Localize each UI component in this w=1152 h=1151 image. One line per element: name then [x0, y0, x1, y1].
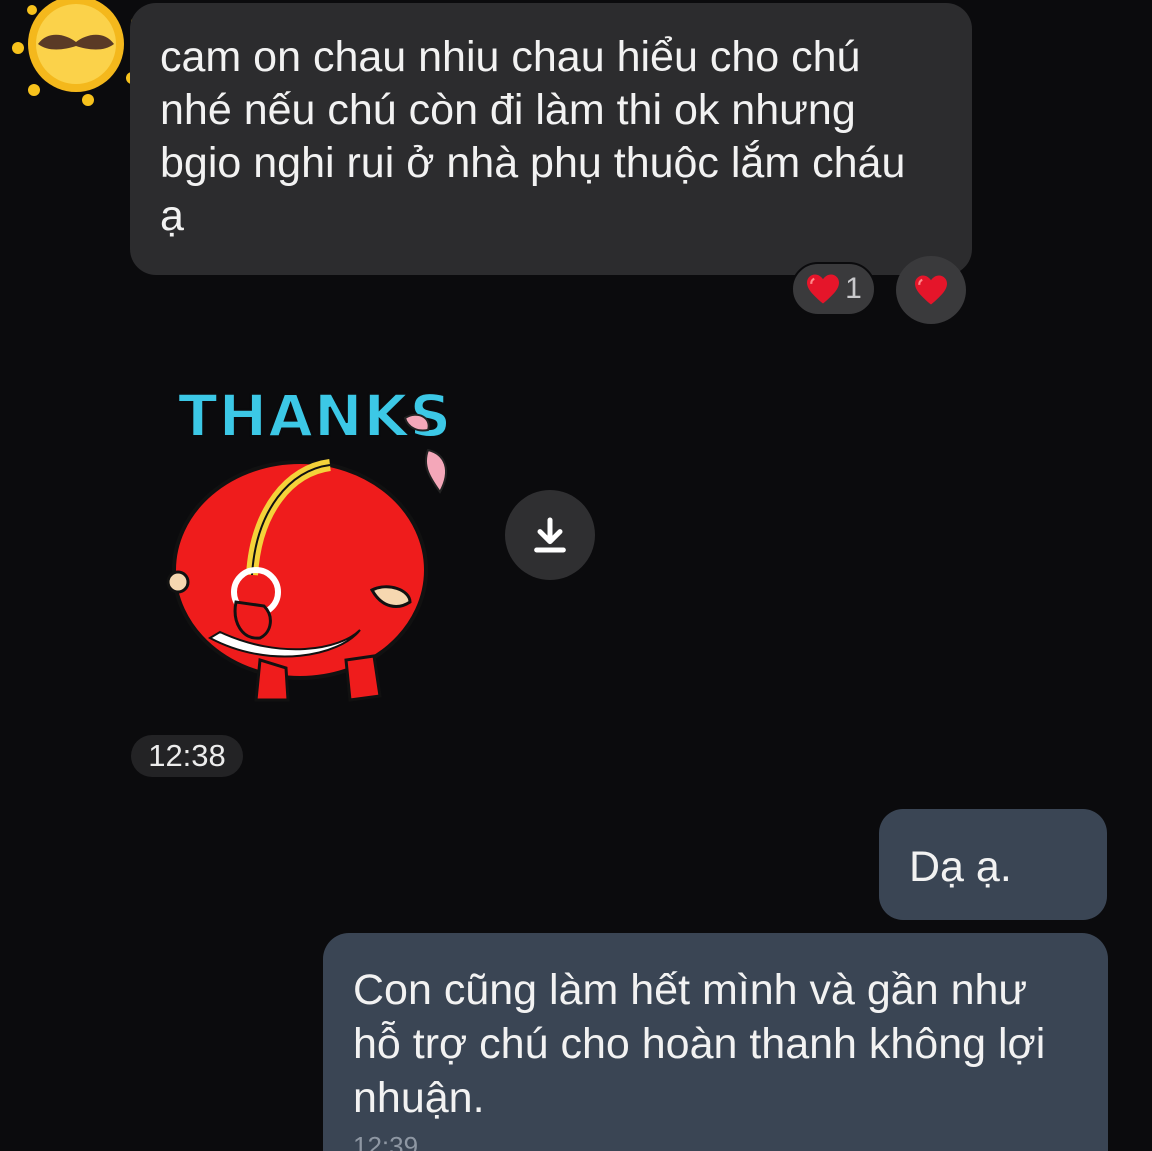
- reaction-badge[interactable]: 1: [791, 262, 876, 316]
- petal-icon: [424, 448, 447, 494]
- download-icon: [534, 517, 566, 553]
- download-button[interactable]: [505, 490, 595, 580]
- sticker-body: [172, 460, 428, 680]
- sun-avatar[interactable]: [8, 0, 148, 110]
- reaction-count: 1: [845, 272, 862, 305]
- outgoing-message-bubble[interactable]: Dạ ạ.: [879, 809, 1107, 920]
- thanks-sticker[interactable]: THANKS: [160, 370, 460, 710]
- incoming-message-text: cam on chau nhiu chau hiểu cho chú nhé n…: [160, 33, 906, 240]
- message-time-chip: 12:38: [131, 735, 243, 777]
- outgoing-message-bubble[interactable]: Con cũng làm hết mình và gần như hỗ trợ …: [323, 933, 1108, 1151]
- heart-icon: [915, 275, 947, 305]
- incoming-message-bubble[interactable]: cam on chau nhiu chau hiểu cho chú nhé n…: [130, 3, 972, 275]
- message-timestamp: 12:39: [353, 1131, 419, 1151]
- outgoing-message-text: Con cũng làm hết mình và gần như hỗ trợ …: [353, 966, 1046, 1122]
- react-button[interactable]: [896, 256, 966, 324]
- outgoing-message-text: Dạ ạ.: [909, 843, 1012, 891]
- chat-screen: cam on chau nhiu chau hiểu cho chú nhé n…: [0, 0, 1152, 1151]
- heart-icon: [807, 274, 840, 304]
